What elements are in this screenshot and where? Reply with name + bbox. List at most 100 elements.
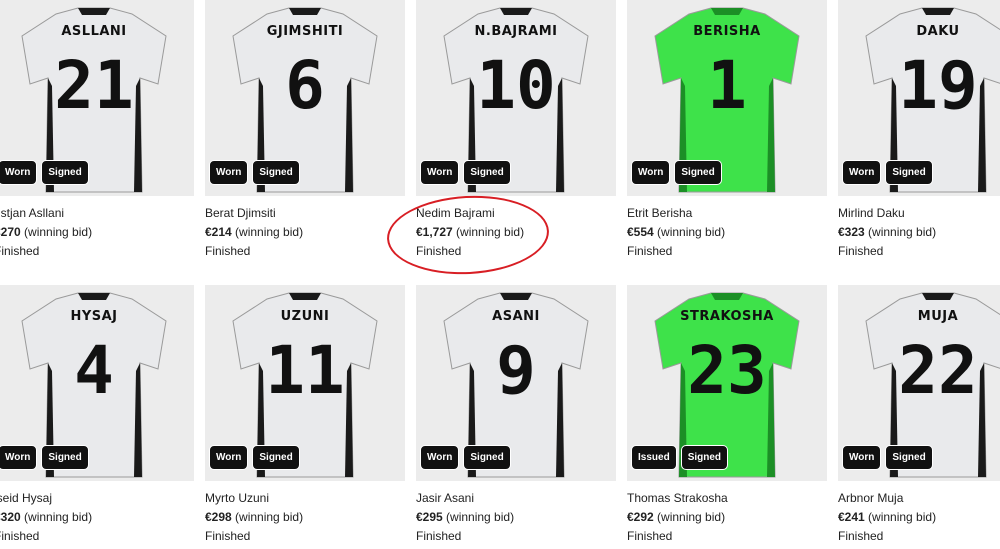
product-image[interactable]: STRAKOSHA 23 Issued Signed bbox=[627, 285, 827, 481]
product-name[interactable]: Jasir Asani bbox=[416, 491, 474, 505]
shirt-name: ASLLANI bbox=[61, 24, 127, 39]
shirt-number: 9 bbox=[496, 332, 536, 409]
product-card[interactable]: STRAKOSHA 23 Issued Signed Thomas Strakosha €… bbox=[627, 285, 827, 549]
price-note: (winning bid) bbox=[864, 510, 937, 524]
product-name[interactable]: Mirlind Daku bbox=[838, 206, 905, 220]
price-note: (winning bid) bbox=[231, 225, 304, 239]
price-note: (winning bid) bbox=[442, 510, 515, 524]
shirt-number: 23 bbox=[687, 332, 767, 409]
badge-worn: Worn bbox=[0, 160, 38, 185]
product-card[interactable]: MUJA 22 Worn Signed Arbnor Muja €241 (winning… bbox=[838, 285, 1000, 549]
badge-signed: Signed bbox=[252, 445, 300, 470]
shirt-number: 6 bbox=[285, 47, 325, 124]
shirt-number: 10 bbox=[476, 47, 556, 124]
product-card[interactable]: HYSAJ 4 WornSigned lseid Hysaj €320 (winning… bbox=[0, 285, 194, 549]
badge-group: Worn Signed bbox=[842, 160, 933, 185]
product-image[interactable]: DAKU 19 Worn Signed bbox=[838, 0, 1000, 196]
product-card[interactable]: ASLLANI 21 WornSigned ristjan Asllani €270 (… bbox=[0, 0, 194, 264]
price-note: (winning bid) bbox=[653, 510, 726, 524]
price-amount: €298 bbox=[205, 510, 232, 524]
badge-group: Worn Signed bbox=[209, 160, 300, 185]
product-image[interactable]: GJIMSHITI 6 Worn Signed bbox=[205, 0, 405, 196]
shirt-number: 1 bbox=[707, 47, 747, 124]
auction-status: Finished bbox=[416, 244, 462, 258]
shirt-name: HYSAJ bbox=[70, 309, 118, 324]
badge-signed: Signed bbox=[885, 160, 933, 185]
badge-group: Worn Signed bbox=[209, 445, 300, 470]
badge-signed: Signed bbox=[252, 160, 300, 185]
product-image[interactable]: HYSAJ 4 Worn Signed bbox=[0, 285, 194, 481]
badge-signed: Signed bbox=[885, 445, 933, 470]
badge-group: Worn Signed bbox=[420, 160, 511, 185]
price-amount: €292 bbox=[627, 510, 654, 524]
product-name[interactable]: Nedim Bajrami bbox=[416, 206, 495, 220]
price-note: (winning bid) bbox=[20, 225, 93, 239]
product-price: €214 (winning bid) bbox=[205, 225, 303, 239]
product-card[interactable]: BERISHA 1 Worn Signed Etrit Berisha €554 (win… bbox=[627, 0, 827, 264]
price-note: (winning bid) bbox=[452, 225, 525, 239]
product-image[interactable]: ASANI 9 Worn Signed bbox=[416, 285, 616, 481]
product-card[interactable]: DAKU 19 Worn Signed Mirlind Daku €323 (winnin… bbox=[838, 0, 1000, 264]
shirt-name: STRAKOSHA bbox=[680, 309, 774, 324]
product-name[interactable]: Myrto Uzuni bbox=[205, 491, 269, 505]
badge-signed: Signed bbox=[463, 160, 511, 185]
badge-worn: Worn bbox=[842, 160, 882, 185]
badge-worn: Worn bbox=[0, 445, 38, 470]
product-card[interactable]: GJIMSHITI 6 Worn Signed Berat Djimsiti €214 (… bbox=[205, 0, 405, 264]
auction-status: Finished bbox=[627, 529, 673, 543]
badge-signed: Signed bbox=[674, 160, 722, 185]
shirt-number: 21 bbox=[54, 47, 134, 124]
badge-worn: Worn bbox=[420, 445, 460, 470]
auction-status: Finished bbox=[0, 244, 40, 258]
product-image[interactable]: UZUNI 11 Worn Signed bbox=[205, 285, 405, 481]
price-amount: €1,727 bbox=[416, 225, 453, 239]
product-name[interactable]: Thomas Strakosha bbox=[627, 491, 728, 505]
shirt-name: MUJA bbox=[917, 309, 959, 324]
product-card[interactable]: UZUNI 11 Worn Signed Myrto Uzuni €298 (winnin… bbox=[205, 285, 405, 549]
product-price: €554 (winning bid) bbox=[627, 225, 725, 239]
price-amount: €320 bbox=[0, 510, 21, 524]
badge-signed: Signed bbox=[41, 445, 89, 470]
product-card[interactable]: N.BAJRAMI 10 Worn Signed Nedim Bajrami €1,727… bbox=[416, 0, 616, 264]
badge-worn: Worn bbox=[209, 160, 249, 185]
product-image[interactable]: ASLLANI 21 Worn Signed bbox=[0, 0, 194, 196]
price-amount: €295 bbox=[416, 510, 443, 524]
product-image[interactable]: BERISHA 1 Worn Signed bbox=[627, 0, 827, 196]
shirt-name: BERISHA bbox=[693, 24, 761, 39]
auction-status: Finished bbox=[627, 244, 673, 258]
price-amount: €270 bbox=[0, 225, 21, 239]
product-price: €320 (winning bid) bbox=[0, 510, 92, 524]
product-name[interactable]: ristjan Asllani bbox=[0, 206, 64, 220]
product-image[interactable]: N.BAJRAMI 10 Worn Signed bbox=[416, 0, 616, 196]
auction-status: Finished bbox=[416, 529, 462, 543]
shirt-number: 19 bbox=[898, 47, 978, 124]
badge-worn: Worn bbox=[420, 160, 460, 185]
shirt-name: UZUNI bbox=[280, 309, 330, 324]
product-price: €270 (winning bid) bbox=[0, 225, 92, 239]
product-price: €241 (winning bid) bbox=[838, 510, 936, 524]
product-name[interactable]: lseid Hysaj bbox=[0, 491, 52, 505]
product-name[interactable]: Arbnor Muja bbox=[838, 491, 903, 505]
auction-status: Finished bbox=[205, 529, 251, 543]
badge-group: Worn Signed bbox=[842, 445, 933, 470]
price-amount: €241 bbox=[838, 510, 865, 524]
shirt-name: GJIMSHITI bbox=[266, 24, 344, 39]
badge-signed: Signed bbox=[41, 160, 89, 185]
badge-group: Worn Signed bbox=[420, 445, 511, 470]
shirt-name: ASANI bbox=[492, 309, 540, 324]
badge-worn: Worn bbox=[209, 445, 249, 470]
auction-status: Finished bbox=[838, 529, 884, 543]
product-image[interactable]: MUJA 22 Worn Signed bbox=[838, 285, 1000, 481]
price-amount: €214 bbox=[205, 225, 232, 239]
badge-signed: Signed bbox=[680, 445, 729, 470]
price-amount: €323 bbox=[838, 225, 865, 239]
price-note: (winning bid) bbox=[864, 225, 937, 239]
price-amount: €554 bbox=[627, 225, 654, 239]
product-name[interactable]: Etrit Berisha bbox=[627, 206, 692, 220]
shirt-number: 22 bbox=[898, 332, 978, 409]
product-name[interactable]: Berat Djimsiti bbox=[205, 206, 276, 220]
auction-status: Finished bbox=[205, 244, 251, 258]
badge-group: Worn Signed bbox=[0, 445, 89, 470]
badge-worn: Worn bbox=[842, 445, 882, 470]
product-card[interactable]: ASANI 9 Worn Signed Jasir Asani €295 (winning… bbox=[416, 285, 616, 549]
